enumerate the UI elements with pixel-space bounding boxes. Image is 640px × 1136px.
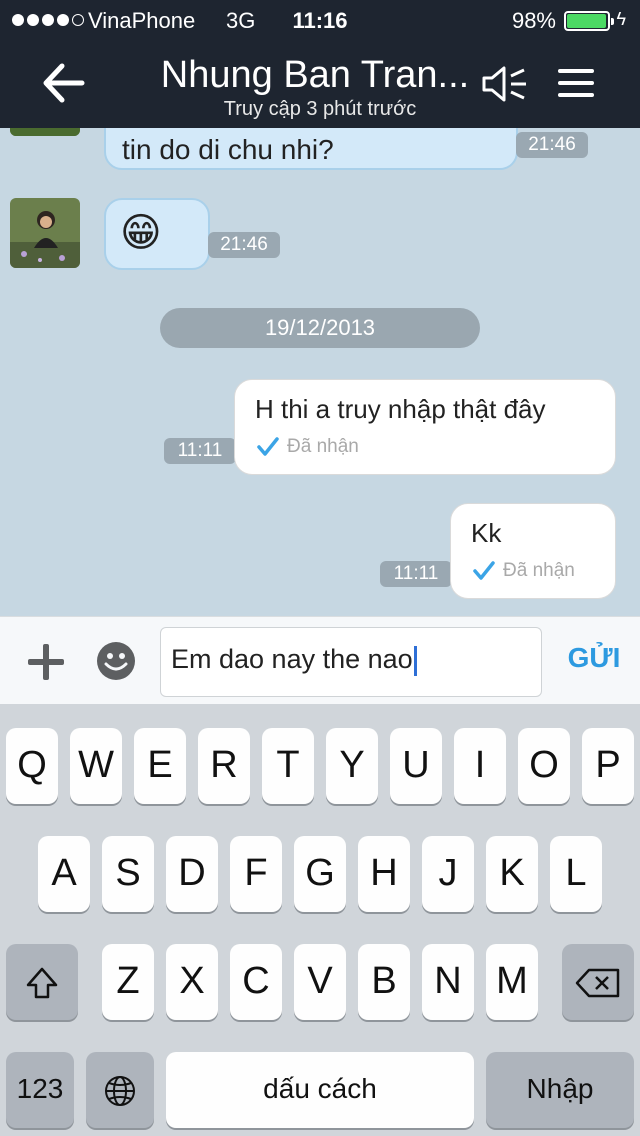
delete-key[interactable] (562, 944, 634, 1020)
delivery-status: Đã nhận (287, 436, 359, 457)
numbers-key[interactable]: 123 (6, 1052, 74, 1128)
battery-percent: 98% (511, 8, 556, 33)
date-separator: 19/12/2013 (160, 308, 480, 348)
key-d[interactable]: D (166, 836, 218, 912)
key-c[interactable]: C (230, 944, 282, 1020)
outgoing-message[interactable]: Kk Đã nhận (450, 503, 616, 599)
key-t[interactable]: T (262, 728, 314, 804)
key-b[interactable]: B (358, 944, 410, 1020)
network-type: 3G (226, 8, 256, 33)
key-m[interactable]: M (486, 944, 538, 1020)
message-input[interactable]: Em dao nay the nao (160, 627, 542, 697)
message-list[interactable]: tin do di chu nhi? 21:46 😁 21:46 19/12/2… (0, 128, 640, 616)
back-arrow-icon[interactable] (40, 60, 86, 106)
incoming-message[interactable]: tin do di chu nhi? (104, 128, 518, 170)
incoming-emoji-message[interactable]: 😁 (104, 198, 210, 270)
key-e[interactable]: E (134, 728, 186, 804)
keyboard: Q W E R T Y U I O P A S D F G H J K L Z X C V B N M 123 dấu cách Nhậ… (0, 704, 640, 1136)
key-q[interactable]: Q (6, 728, 58, 804)
globe-key[interactable] (86, 1052, 154, 1128)
key-g[interactable]: G (294, 836, 346, 912)
grinning-emoji-icon: 😁 (120, 211, 162, 255)
key-v[interactable]: V (294, 944, 346, 1020)
charging-icon: ϟ (616, 9, 626, 29)
key-s[interactable]: S (102, 836, 154, 912)
key-a[interactable]: A (38, 836, 90, 912)
key-j[interactable]: J (422, 836, 474, 912)
text-caret (413, 645, 417, 676)
key-p[interactable]: P (582, 728, 634, 804)
key-h[interactable]: H (358, 836, 410, 912)
key-k[interactable]: K (486, 836, 538, 912)
message-time: 11:11 (380, 561, 452, 587)
key-x[interactable]: X (166, 944, 218, 1020)
plus-icon[interactable] (26, 642, 66, 682)
space-key[interactable]: dấu cách (166, 1052, 474, 1128)
contact-avatar[interactable] (10, 128, 80, 136)
top-bar: VinaPhone 3G 11:16 98% ϟ Nhung Ban Tran.… (0, 0, 640, 128)
key-l[interactable]: L (550, 836, 602, 912)
key-o[interactable]: O (518, 728, 570, 804)
message-time: 11:11 (164, 438, 236, 464)
send-button[interactable]: GỬI (556, 642, 632, 674)
key-z[interactable]: Z (102, 944, 154, 1020)
carrier-name: VinaPhone (88, 8, 196, 33)
key-n[interactable]: N (422, 944, 474, 1020)
key-u[interactable]: U (390, 728, 442, 804)
message-time: 21:46 (208, 232, 280, 258)
check-icon (473, 561, 495, 580)
chat-screen: VinaPhone 3G 11:16 98% ϟ Nhung Ban Tran.… (0, 0, 640, 1136)
delivery-status: Đã nhận (503, 560, 575, 581)
hamburger-menu-icon[interactable] (556, 66, 596, 100)
status-time: 11:16 (292, 8, 348, 33)
battery-icon (564, 11, 614, 31)
message-text: tin do di chu nhi? (122, 134, 334, 165)
globe-icon (105, 1075, 135, 1106)
message-time: 21:46 (516, 132, 588, 158)
key-y[interactable]: Y (326, 728, 378, 804)
key-w[interactable]: W (70, 728, 122, 804)
last-seen-status: Truy cập 3 phút trước (223, 98, 417, 120)
shift-key[interactable] (6, 944, 78, 1020)
key-i[interactable]: I (454, 728, 506, 804)
shift-icon (26, 967, 58, 998)
backspace-icon (575, 968, 620, 997)
contact-name[interactable]: Nhung Ban Tran... (150, 54, 480, 97)
outgoing-message[interactable]: H thi a truy nhập thật đây Đã nhận (234, 379, 616, 475)
contact-avatar[interactable] (10, 198, 80, 268)
key-r[interactable]: R (198, 728, 250, 804)
check-icon (257, 437, 279, 456)
message-text: H thi a truy nhập thật đây (255, 394, 546, 424)
speaker-icon[interactable] (480, 64, 528, 104)
key-f[interactable]: F (230, 836, 282, 912)
message-input-value: Em dao nay the nao (171, 644, 413, 674)
emoji-icon[interactable] (96, 641, 136, 681)
status-bar: VinaPhone 3G 11:16 98% ϟ (0, 0, 640, 40)
message-text: Kk (471, 518, 502, 548)
signal-icon (12, 14, 84, 26)
return-key[interactable]: Nhập (486, 1052, 634, 1128)
